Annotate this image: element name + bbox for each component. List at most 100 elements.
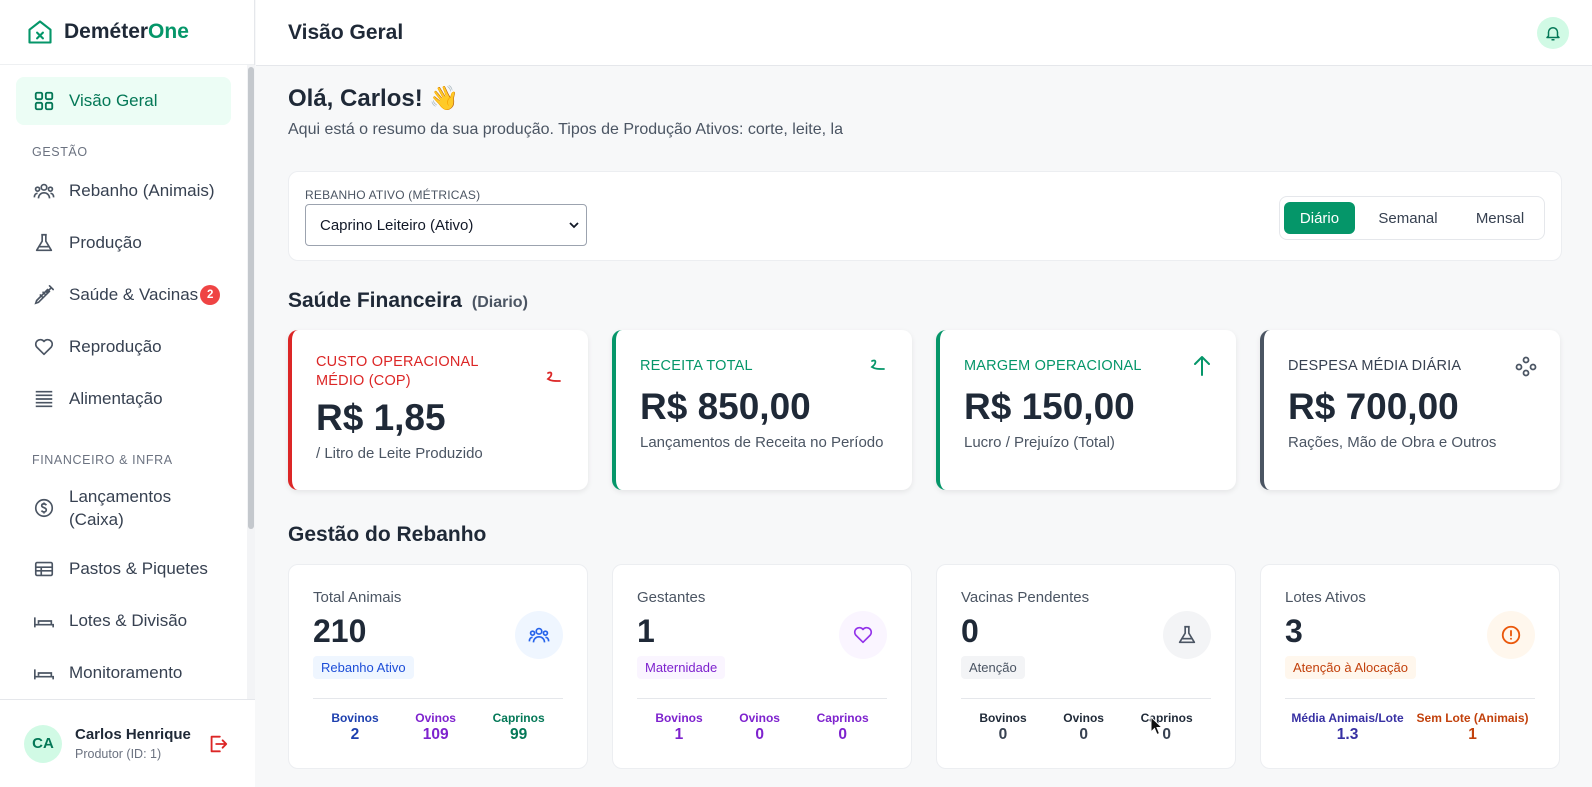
stat-label: Bovinos bbox=[331, 711, 379, 725]
expense-desc: Rações, Mão de Obra e Outros bbox=[1288, 434, 1497, 451]
card-label: Total Animais bbox=[313, 589, 402, 606]
period-weekly-button[interactable]: Semanal bbox=[1355, 202, 1461, 234]
divider bbox=[313, 698, 563, 699]
section-title-gestao: GESTÃO bbox=[32, 145, 88, 159]
heart-icon bbox=[839, 611, 887, 659]
margin-desc: Lucro / Prejuízo (Total) bbox=[964, 434, 1115, 451]
herd-select-label: REBANHO ATIVO (MÉTRICAS) bbox=[305, 188, 481, 202]
species-breakdown: Bovinos 0 Ovinos 0 Caprinos 0 bbox=[961, 711, 1211, 744]
period-monthly-button[interactable]: Mensal bbox=[1461, 202, 1539, 234]
sidebar-item-label: Produção bbox=[69, 233, 142, 252]
finance-title-text: Saúde Financeira bbox=[288, 289, 462, 312]
sidebar-item-reproducao[interactable]: Reprodução bbox=[16, 321, 231, 373]
grid-icon bbox=[33, 90, 55, 112]
stat-bovinos: Bovinos 0 bbox=[979, 711, 1026, 744]
stat-value: 0 bbox=[1162, 726, 1171, 743]
stat-value: 1 bbox=[674, 726, 684, 743]
sidebar-item-producao[interactable]: Produção bbox=[16, 217, 231, 269]
card-label: Lotes Ativos bbox=[1285, 589, 1366, 606]
total-animals-card: Total Animais 210 Rebanho Ativo Bovinos 2… bbox=[288, 564, 588, 769]
sidebar-scrollbar[interactable] bbox=[247, 65, 255, 699]
avatar: CA bbox=[24, 724, 62, 763]
divider bbox=[1285, 698, 1535, 699]
species-breakdown: Bovinos 2 Ovinos 109 Caprinos 99 bbox=[313, 711, 563, 744]
stat-without-lot: Sem Lote (Animais) 1 bbox=[1417, 711, 1529, 744]
species-breakdown: Bovinos 1 Ovinos 0 Caprinos 0 bbox=[637, 711, 887, 744]
logout-icon[interactable] bbox=[207, 733, 229, 755]
section-title-financeiro: FINANCEIRO & INFRA bbox=[32, 453, 173, 467]
stat-ovinos: Ovinos 109 bbox=[415, 711, 456, 744]
stat-value: 2 bbox=[350, 726, 360, 743]
pregnant-card: Gestantes 1 Maternidade Bovinos 1 Ovinos 0… bbox=[612, 564, 912, 769]
house-logo-icon bbox=[28, 20, 52, 44]
stat-label: Caprinos bbox=[492, 711, 545, 725]
margin-label: MARGEM OPERACIONAL bbox=[964, 358, 1142, 374]
bell-icon bbox=[1546, 27, 1560, 41]
sidebar-item-saude[interactable]: Saúde & Vacinas 2 bbox=[16, 269, 231, 321]
active-lots-card: Lotes Ativos 3 Atenção à Alocação Média … bbox=[1260, 564, 1560, 769]
margin-card: MARGEM OPERACIONAL R$ 150,00 Lucro / Pre… bbox=[936, 330, 1236, 490]
sidebar-item-label: Lotes & Divisão bbox=[69, 611, 188, 630]
user-info: Carlos Henrique Produtor (ID: 1) bbox=[75, 726, 191, 761]
stat-avg-per-lot: Média Animais/Lote 1.3 bbox=[1291, 711, 1403, 744]
cop-label: CUSTO OPERACIONAL MÉDIO (COP) bbox=[316, 354, 479, 389]
scrollbar-thumb[interactable] bbox=[248, 67, 254, 529]
stat-value: 99 bbox=[510, 726, 528, 743]
revenue-value: R$ 850,00 bbox=[640, 386, 811, 427]
user-profile[interactable]: CA Carlos Henrique Produtor (ID: 1) bbox=[0, 699, 255, 787]
app-name: DeméterOne bbox=[64, 20, 189, 43]
sidebar-item-label: Alimentação bbox=[69, 389, 163, 408]
sidebar-item-visao-geral[interactable]: Visão Geral bbox=[16, 77, 231, 125]
stat-caprinos: Caprinos 0 bbox=[1141, 711, 1193, 744]
stat-label: Sem Lote (Animais) bbox=[1416, 711, 1529, 725]
app-logo[interactable]: DeméterOne bbox=[0, 0, 254, 65]
finance-section-title: Saúde Financeira (Diario) bbox=[288, 289, 1562, 313]
gears-icon bbox=[1515, 356, 1537, 377]
sidebar-item-alimentacao[interactable]: Alimentação bbox=[16, 373, 231, 425]
flask-icon bbox=[33, 232, 55, 254]
greeting-subtitle: Aqui está o resumo da sua produção. Tipo… bbox=[288, 121, 843, 138]
divider bbox=[961, 698, 1211, 699]
stat-value: 1.3 bbox=[1336, 726, 1359, 743]
bed-icon bbox=[33, 662, 55, 684]
status-badge: Maternidade bbox=[637, 656, 726, 679]
herd-select[interactable]: Caprino Leiteiro (Ativo) bbox=[305, 204, 587, 246]
lots-breakdown: Média Animais/Lote 1.3 Sem Lote (Animais)… bbox=[1285, 711, 1535, 744]
stat-bovinos: Bovinos 2 bbox=[331, 711, 378, 744]
user-role: Produtor (ID: 1) bbox=[75, 747, 162, 761]
stat-value: 0 bbox=[998, 726, 1008, 743]
sidebar-item-rebanho[interactable]: Rebanho (Animais) bbox=[16, 165, 231, 217]
trend-squiggle-icon bbox=[546, 371, 561, 382]
stat-label: Média Animais/Lote bbox=[1291, 711, 1404, 725]
notifications-button[interactable] bbox=[1537, 17, 1569, 49]
stat-label: Bovinos bbox=[655, 711, 703, 725]
cop-card: CUSTO OPERACIONAL MÉDIO (COP) R$ 1,85 / … bbox=[288, 330, 588, 490]
sidebar-nav: Visão Geral GESTÃO Rebanho (Animais) Pro… bbox=[0, 65, 247, 699]
users-icon bbox=[515, 611, 563, 659]
herd-cards: Total Animais 2 1 0 Rebanho Ativo Bovinos 2… bbox=[288, 564, 1562, 769]
cop-desc: / Litro de Leite Produzido bbox=[316, 445, 483, 462]
mouse-cursor-icon bbox=[1150, 716, 1164, 736]
revenue-desc: Lançamentos de Receita no Período bbox=[640, 434, 884, 451]
sidebar-item-pastos[interactable]: Pastos & Piquetes bbox=[16, 543, 231, 595]
margin-value: R$ 150,00 bbox=[964, 386, 1135, 427]
chevron-down-icon bbox=[569, 222, 579, 229]
card-label: Gestantes bbox=[637, 589, 706, 606]
expense-value: R$ 700,00 bbox=[1288, 386, 1459, 427]
stat-label: Caprinos bbox=[1140, 711, 1193, 725]
sidebar-item-lancamentos[interactable]: Lançamentos (Caixa) bbox=[16, 473, 231, 543]
sidebar-item-monitoramento[interactable]: Monitoramento bbox=[16, 647, 231, 699]
stat-label: Ovinos bbox=[739, 711, 780, 725]
period-toggle: Diário Semanal Mensal bbox=[1279, 196, 1545, 240]
period-daily-button[interactable]: Diário bbox=[1284, 202, 1355, 234]
sidebar-item-lotes[interactable]: Lotes & Divisão bbox=[16, 595, 231, 647]
stat-value: 0 bbox=[838, 726, 847, 743]
stat-value: 109 bbox=[422, 726, 449, 743]
sidebar-item-label: Saúde & Vacinas bbox=[69, 285, 199, 304]
user-name: Carlos Henrique bbox=[75, 726, 191, 743]
arrow-up-icon bbox=[1194, 356, 1210, 376]
heart-icon bbox=[33, 336, 55, 358]
status-badge: Rebanho Ativo bbox=[313, 656, 414, 679]
page-title: Visão Geral bbox=[288, 20, 404, 44]
stat-label: Ovinos bbox=[1063, 711, 1104, 725]
